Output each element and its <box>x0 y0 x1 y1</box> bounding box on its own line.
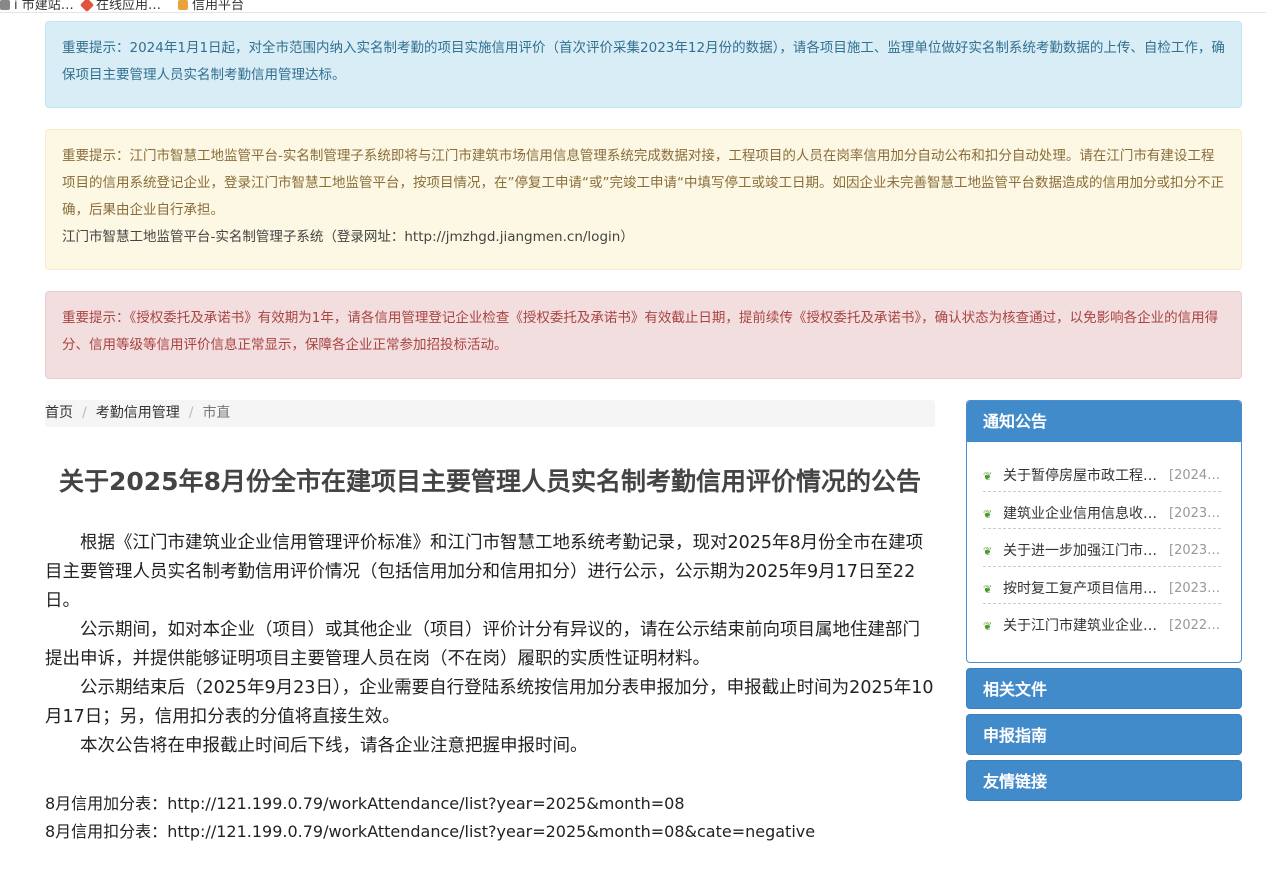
danger-alert-text: 重要提示：《授权委托及承诺书》有效期为1年，请各信用管理登记企业检查《授权委托及… <box>62 310 1219 353</box>
bookmark-3[interactable]: 信用平台 <box>178 0 245 13</box>
bookmark-2-label: 在线应用… <box>96 0 162 13</box>
bookmark-2[interactable]: 在线应用… <box>79 0 162 13</box>
sprout-icon: ❦ <box>983 470 993 483</box>
notice-item[interactable]: ❦ 建筑业企业信用信息收… [2023-… <box>983 492 1221 529</box>
notice-item-title[interactable]: 按时复工复产项目信用… <box>1003 567 1165 604</box>
breadcrumb-home-link[interactable]: 首页 <box>45 405 73 421</box>
globe-icon <box>0 0 10 10</box>
notice-panel-heading[interactable]: 通知公告 <box>967 401 1241 442</box>
article-body: 根据《江门市建筑业企业信用管理评价标准》和江门市智慧工地系统考勤记录，现对202… <box>45 529 937 761</box>
warning-alert-site: 江门市智慧工地监管平台-实名制管理子系统（登录网址：http://jmzhgd.… <box>62 229 634 245</box>
info-alert: 重要提示：2024年1月1日起，对全市范围内纳入实名制考勤的项目实施信用评价（首… <box>45 21 1242 108</box>
article-paragraph: 根据《江门市建筑业企业信用管理评价标准》和江门市智慧工地系统考勤记录，现对202… <box>45 533 924 611</box>
sprout-icon: ❦ <box>983 507 993 521</box>
notice-item[interactable]: ❦ 关于江门市建筑业企业… [2022-… <box>983 604 1221 642</box>
notice-list: ❦ 关于暂停房屋市政工程… [2024-… ❦ 建筑业企业信用信息收… [2023-… … <box>967 442 1241 642</box>
breadcrumb-current: 市直 <box>202 405 231 421</box>
notice-item-date: [2024-… <box>1169 468 1221 483</box>
breadcrumb-section-link[interactable]: 考勤信用管理 <box>96 405 180 421</box>
notice-item[interactable]: ❦ 关于暂停房屋市政工程… [2024-… <box>983 454 1221 492</box>
notice-panel: 通知公告 ❦ 关于暂停房屋市政工程… [2024-… ❦ 建筑业企业信用信息收… [20… <box>966 400 1242 663</box>
deduction-table-url[interactable]: http://121.199.0.79/workAttendance/list?… <box>167 822 815 841</box>
info-alert-text: 重要提示：2024年1月1日起，对全市范围内纳入实名制考勤的项目实施信用评价（首… <box>62 40 1225 83</box>
notice-item-date: [2022-… <box>1169 618 1221 633</box>
bookmark-1[interactable]: i 市建站… <box>0 0 74 13</box>
sprout-icon: ❦ <box>983 582 993 596</box>
bookmark-1-label: i 市建站… <box>14 0 74 13</box>
diamond-icon <box>79 0 95 12</box>
score-table-links: 8月信用加分表：http://121.199.0.79/workAttendan… <box>45 790 935 846</box>
article-paragraph: 公示期结束后（2025年9月23日），企业需要自行登陆系统按信用加分表申报加分，… <box>45 678 934 727</box>
breadcrumb-separator: / <box>82 405 87 421</box>
sprout-icon: ❦ <box>983 620 993 633</box>
notice-item-date: [2023-… <box>1169 580 1221 596</box>
notice-item-date: [2023-… <box>1169 543 1221 558</box>
bookmark-3-label: 信用平台 <box>192 0 245 13</box>
related-files-panel[interactable]: 相关文件 <box>966 668 1242 709</box>
folder-icon <box>178 0 188 10</box>
bonus-table-url[interactable]: http://121.199.0.79/workAttendance/list?… <box>167 794 684 813</box>
notice-item[interactable]: ❦ 关于进一步加强江门市… [2023-… <box>983 529 1221 567</box>
notice-item-title[interactable]: 关于暂停房屋市政工程… <box>1003 454 1165 491</box>
article-paragraph: 公示期间，如对本企业（项目）或其他企业（项目）评价计分有异议的，请在公示结束前向… <box>45 620 920 669</box>
deduction-table-line: 8月信用扣分表：http://121.199.0.79/workAttendan… <box>45 818 935 846</box>
breadcrumb: 首页 / 考勤信用管理 / 市直 <box>45 400 935 427</box>
notice-item-title[interactable]: 关于进一步加强江门市… <box>1003 529 1165 566</box>
notice-item-title[interactable]: 关于江门市建筑业企业… <box>1003 604 1165 642</box>
filing-guide-panel[interactable]: 申报指南 <box>966 714 1242 755</box>
notice-item[interactable]: ❦ 按时复工复产项目信用… [2023-… <box>983 567 1221 604</box>
warning-alert: 重要提示：江门市智慧工地监管平台-实名制管理子系统即将与江门市建筑市场信用信息管… <box>45 129 1242 270</box>
breadcrumb-separator: / <box>188 405 194 421</box>
article-title: 关于2025年8月份全市在建项目主要管理人员实名制考勤信用评价情况的公告 <box>59 467 921 496</box>
bonus-table-label: 8月信用加分表： <box>45 794 168 813</box>
deduction-table-label: 8月信用扣分表： <box>45 822 168 841</box>
sprout-icon: ❦ <box>983 545 993 558</box>
notice-item-date: [2023-… <box>1169 505 1221 521</box>
danger-alert: 重要提示：《授权委托及承诺书》有效期为1年，请各信用管理登记企业检查《授权委托及… <box>45 291 1242 379</box>
bonus-table-line: 8月信用加分表：http://121.199.0.79/workAttendan… <box>45 790 935 818</box>
notice-item-title[interactable]: 建筑业企业信用信息收… <box>1003 492 1165 529</box>
bookmarks-bar: i 市建站… 在线应用… 信用平台 <box>0 0 1266 13</box>
friendly-links-panel[interactable]: 友情链接 <box>966 760 1242 801</box>
article-paragraph: 本次公告将在申报截止时间后下线，请各企业注意把握申报时间。 <box>80 736 588 756</box>
warning-alert-text: 重要提示：江门市智慧工地监管平台-实名制管理子系统即将与江门市建筑市场信用信息管… <box>62 148 1224 218</box>
